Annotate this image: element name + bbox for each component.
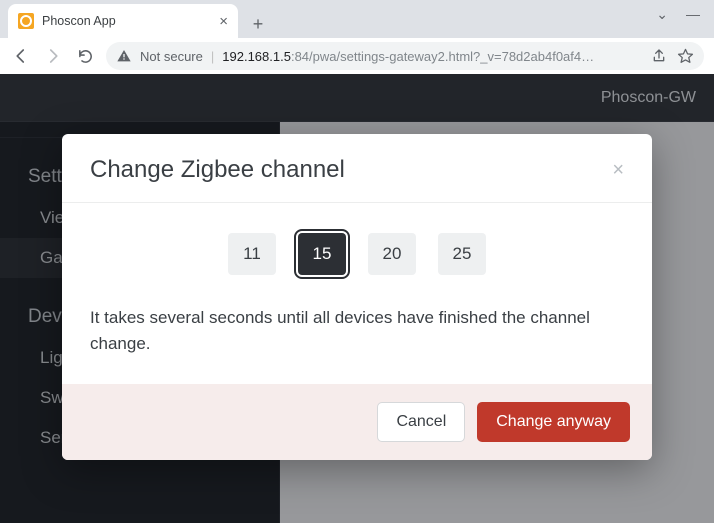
url-host: 192.168.1.5	[222, 49, 291, 64]
forward-button[interactable]	[42, 45, 64, 67]
modal-backdrop[interactable]: Change Zigbee channel × 11 15 20 25 It t…	[0, 74, 714, 523]
modal-body-text: It takes several seconds until all devic…	[90, 305, 624, 358]
close-icon[interactable]: ×	[612, 159, 624, 182]
share-icon[interactable]	[651, 48, 667, 64]
bookmark-icon[interactable]	[677, 48, 694, 65]
window-minimize-icon[interactable]: —	[686, 6, 700, 23]
browser-tab[interactable]: Phoscon App ×	[8, 4, 238, 38]
channel-option-15[interactable]: 15	[298, 233, 346, 275]
address-bar[interactable]: Not secure | 192.168.1.5:84/pwa/settings…	[106, 42, 704, 70]
change-anyway-button[interactable]: Change anyway	[477, 402, 630, 442]
reload-button[interactable]	[74, 45, 96, 67]
tab-strip: Phoscon App × + ⌄ —	[0, 0, 714, 38]
channel-option-11[interactable]: 11	[228, 233, 276, 275]
modal-header: Change Zigbee channel ×	[62, 134, 652, 203]
browser-chrome: Phoscon App × + ⌄ — Not secure | 192.168…	[0, 0, 714, 74]
toolbar: Not secure | 192.168.1.5:84/pwa/settings…	[0, 38, 714, 74]
back-button[interactable]	[10, 45, 32, 67]
url-path: :84/pwa/settings-gateway2.html?_v=78d2ab…	[291, 49, 594, 64]
phoscon-favicon	[18, 13, 34, 29]
channel-option-25[interactable]: 25	[438, 233, 486, 275]
tab-title: Phoscon App	[42, 14, 116, 28]
cancel-button[interactable]: Cancel	[377, 402, 465, 442]
window-dropdown-icon[interactable]: ⌄	[656, 6, 668, 23]
tab-close-icon[interactable]: ×	[219, 13, 228, 30]
url-text: 192.168.1.5:84/pwa/settings-gateway2.htm…	[222, 49, 594, 64]
not-secure-label: Not secure	[140, 49, 203, 64]
modal-body: 11 15 20 25 It takes several seconds unt…	[62, 203, 652, 384]
modal-title: Change Zigbee channel	[90, 156, 345, 184]
modal-footer: Cancel Change anyway	[62, 384, 652, 460]
change-channel-modal: Change Zigbee channel × 11 15 20 25 It t…	[62, 134, 652, 460]
new-tab-button[interactable]: +	[244, 10, 272, 38]
not-secure-icon	[116, 48, 132, 64]
window-controls: ⌄ —	[656, 0, 714, 23]
separator: |	[211, 49, 214, 64]
channel-option-20[interactable]: 20	[368, 233, 416, 275]
channel-options: 11 15 20 25	[90, 233, 624, 275]
